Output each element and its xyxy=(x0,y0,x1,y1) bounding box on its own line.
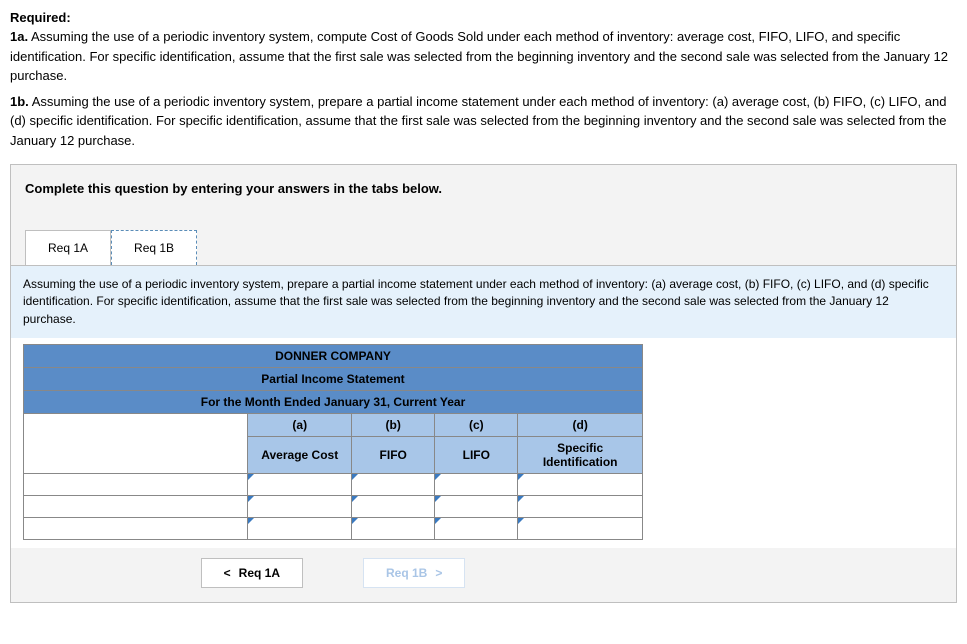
col-name-d: Specific Identification xyxy=(518,437,643,474)
tab-req-1a[interactable]: Req 1A xyxy=(25,230,111,265)
table-period: For the Month Ended January 31, Current … xyxy=(24,391,643,414)
nav-buttons: < Req 1A Req 1B > xyxy=(23,548,643,602)
cell-input-r1-b[interactable] xyxy=(352,474,435,496)
cell-input-r3-b[interactable] xyxy=(352,518,435,540)
required-heading: Required: xyxy=(10,10,957,25)
tab-description: Assuming the use of a periodic inventory… xyxy=(11,265,956,338)
cell-input-r2-d[interactable] xyxy=(518,496,643,518)
col-letter-b: (b) xyxy=(352,414,435,437)
col-name-c: LIFO xyxy=(435,437,518,474)
q1b-label: 1b. xyxy=(10,94,29,109)
col-letter-c: (c) xyxy=(435,414,518,437)
table-row xyxy=(24,518,643,540)
col-name-b: FIFO xyxy=(352,437,435,474)
prev-req-button[interactable]: < Req 1A xyxy=(201,558,303,588)
cell-input-r3-d[interactable] xyxy=(518,518,643,540)
row-label-input[interactable] xyxy=(24,474,248,496)
cell-input-r3-c[interactable] xyxy=(435,518,518,540)
col-letter-d: (d) xyxy=(518,414,643,437)
col-name-a: Average Cost xyxy=(248,437,352,474)
cell-input-r1-c[interactable] xyxy=(435,474,518,496)
table-company: DONNER COMPANY xyxy=(24,345,643,368)
instruction-text: Complete this question by entering your … xyxy=(11,165,956,212)
row-label-input[interactable] xyxy=(24,518,248,540)
cell-input-r2-c[interactable] xyxy=(435,496,518,518)
col-letter-a: (a) xyxy=(248,414,352,437)
cell-input-r3-a[interactable] xyxy=(248,518,352,540)
cell-input-r2-b[interactable] xyxy=(352,496,435,518)
q1a-text: Assuming the use of a periodic inventory… xyxy=(10,29,948,83)
tabs-row: Req 1A Req 1B xyxy=(11,212,956,265)
question-1b: 1b. Assuming the use of a periodic inven… xyxy=(10,92,957,151)
cell-input-r1-d[interactable] xyxy=(518,474,643,496)
answer-container: Complete this question by entering your … xyxy=(10,164,957,603)
table-row xyxy=(24,474,643,496)
q1b-text: Assuming the use of a periodic inventory… xyxy=(10,94,946,148)
table-title: Partial Income Statement xyxy=(24,368,643,391)
chevron-left-icon: < xyxy=(224,566,231,580)
chevron-right-icon: > xyxy=(435,566,442,580)
table-wrap: DONNER COMPANY Partial Income Statement … xyxy=(11,338,956,548)
next-req-button[interactable]: Req 1B > xyxy=(363,558,465,588)
table-row xyxy=(24,496,643,518)
question-1a: 1a. Assuming the use of a periodic inven… xyxy=(10,27,957,86)
tab-req-1b[interactable]: Req 1B xyxy=(111,230,197,265)
next-req-label: Req 1B xyxy=(386,566,427,580)
cell-input-r2-a[interactable] xyxy=(248,496,352,518)
row-label-input[interactable] xyxy=(24,496,248,518)
income-statement-table: DONNER COMPANY Partial Income Statement … xyxy=(23,344,643,540)
cell-input-r1-a[interactable] xyxy=(248,474,352,496)
q1a-label: 1a. xyxy=(10,29,28,44)
prev-req-label: Req 1A xyxy=(239,566,280,580)
row-label-header xyxy=(24,414,248,474)
